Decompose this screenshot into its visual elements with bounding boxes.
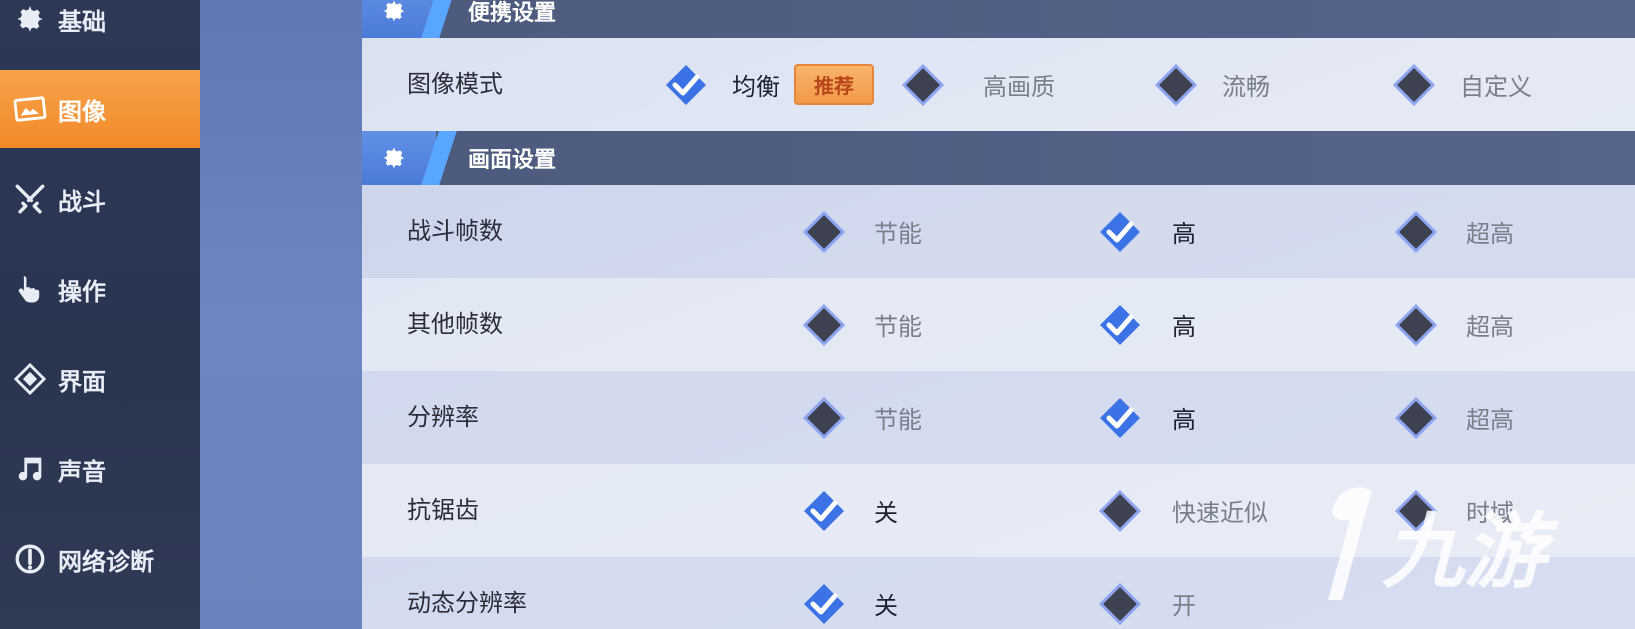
settings-row-resolution: 分辨率 节能 高 超高: [362, 371, 1635, 464]
option-power-save[interactable]: 节能: [800, 278, 922, 371]
checkmark-diamond-icon: [1096, 208, 1144, 256]
option-on[interactable]: 开: [1096, 557, 1196, 629]
diamond-icon: [800, 301, 848, 349]
option-custom[interactable]: 自定义: [1390, 38, 1532, 131]
checkmark-diamond-icon: [800, 487, 848, 535]
section-header-quick: 便携设置: [362, 0, 1635, 38]
option-label: 高: [1172, 406, 1196, 434]
option-label: 自定义: [1460, 73, 1532, 101]
sidebar-item-basic[interactable]: 基础: [0, 0, 200, 58]
diamond-icon: [899, 61, 947, 109]
gear-icon: [362, 131, 436, 185]
sidebar-item-interface[interactable]: 界面: [0, 340, 200, 418]
sidebar-item-label: 基础: [58, 7, 106, 36]
option-balanced[interactable]: 均衡 推荐: [662, 38, 874, 131]
sidebar-item-control[interactable]: 操作: [0, 250, 200, 328]
sidebar-item-label: 战斗: [58, 187, 106, 216]
watermark-text: 九游: [1382, 505, 1559, 600]
option-label: 节能: [874, 406, 922, 434]
option-label: 快速近似: [1172, 499, 1268, 527]
sidebar-item-label: 网络诊断: [58, 547, 154, 576]
diamond-icon: [1096, 580, 1144, 628]
option-high[interactable]: 高: [1096, 278, 1196, 371]
gear-icon: [362, 0, 436, 38]
option-off[interactable]: 关: [800, 557, 898, 629]
section-title: 便携设置: [468, 1, 557, 26]
sidebar-item-label: 操作: [58, 277, 106, 306]
image-icon: [12, 91, 48, 127]
crossed-swords-icon: [12, 181, 48, 217]
diamond-icon: [1392, 394, 1440, 442]
watermark-logo: 九游: [1322, 470, 1622, 620]
sidebar-item-label: 图像: [58, 97, 106, 126]
section-title: 画面设置: [468, 148, 557, 173]
diamond-icon: [1152, 61, 1200, 109]
gear-icon: [12, 1, 48, 37]
diamond-icon: [800, 208, 848, 256]
option-label: 流畅: [1222, 73, 1270, 101]
option-high[interactable]: 高: [1096, 185, 1196, 278]
diamond-icon: [1390, 61, 1438, 109]
checkmark-diamond-icon: [1096, 301, 1144, 349]
row-label: 分辨率: [407, 403, 479, 431]
option-fxaa[interactable]: 快速近似: [1096, 464, 1268, 557]
sidebar-item-label: 声音: [58, 457, 106, 486]
background-strip: [200, 0, 362, 629]
option-ultra[interactable]: 超高: [1392, 278, 1514, 371]
sidebar-item-battle[interactable]: 战斗: [0, 160, 200, 238]
option-label: 超高: [1466, 313, 1514, 341]
diamond-icon: [1392, 208, 1440, 256]
sidebar-item-image[interactable]: 图像: [0, 70, 212, 148]
option-high[interactable]: 高: [1096, 371, 1196, 464]
row-label: 战斗帧数: [407, 217, 503, 245]
nine-game-logo-icon: 九游: [1328, 487, 1559, 600]
checkmark-diamond-icon: [662, 61, 710, 109]
option-label: 超高: [1466, 220, 1514, 248]
row-label: 动态分辨率: [407, 589, 527, 617]
option-label: 高: [1172, 220, 1196, 248]
option-label: 均衡: [732, 73, 780, 101]
diamond-icon: [800, 394, 848, 442]
row-label: 图像模式: [407, 70, 503, 98]
option-label: 高: [1172, 313, 1196, 341]
option-label: 节能: [874, 313, 922, 341]
sidebar-item-sound[interactable]: 声音: [0, 430, 200, 508]
recommended-badge: 推荐: [794, 64, 874, 105]
row-label: 抗锯齿: [407, 496, 479, 524]
option-ultra[interactable]: 超高: [1392, 371, 1514, 464]
option-power-save[interactable]: 节能: [800, 371, 922, 464]
music-note-icon: [12, 451, 48, 487]
diamond-icon: [1096, 487, 1144, 535]
settings-row-other-fps: 其他帧数 节能 高 超高: [362, 278, 1635, 371]
network-icon: [12, 541, 48, 577]
option-off[interactable]: 关: [800, 464, 898, 557]
option-label: 超高: [1466, 406, 1514, 434]
option-label: 节能: [874, 220, 922, 248]
option-high-quality[interactable]: 高画质: [899, 38, 1055, 131]
interface-icon: [12, 361, 48, 397]
checkmark-diamond-icon: [800, 580, 848, 628]
option-label: 关: [874, 592, 898, 620]
section-header-screen: 画面设置: [362, 131, 1635, 185]
option-ultra[interactable]: 超高: [1392, 185, 1514, 278]
sidebar-item-label: 界面: [58, 367, 106, 396]
option-label: 高画质: [983, 73, 1055, 101]
option-smooth[interactable]: 流畅: [1152, 38, 1270, 131]
tap-hand-icon: [12, 271, 48, 307]
option-label: 开: [1172, 592, 1196, 620]
sidebar: 基础 图像 战斗 操作 界面 声音 网络诊断: [0, 0, 212, 629]
sidebar-item-network[interactable]: 网络诊断: [0, 520, 200, 598]
settings-row-battle-fps: 战斗帧数 节能 高 超高: [362, 185, 1635, 278]
option-power-save[interactable]: 节能: [800, 185, 922, 278]
diamond-icon: [1392, 301, 1440, 349]
checkmark-diamond-icon: [1096, 394, 1144, 442]
option-label: 关: [874, 499, 898, 527]
settings-row-image-mode: 图像模式 均衡 推荐 高画质 流畅 自定义: [362, 38, 1635, 131]
row-label: 其他帧数: [407, 310, 503, 338]
